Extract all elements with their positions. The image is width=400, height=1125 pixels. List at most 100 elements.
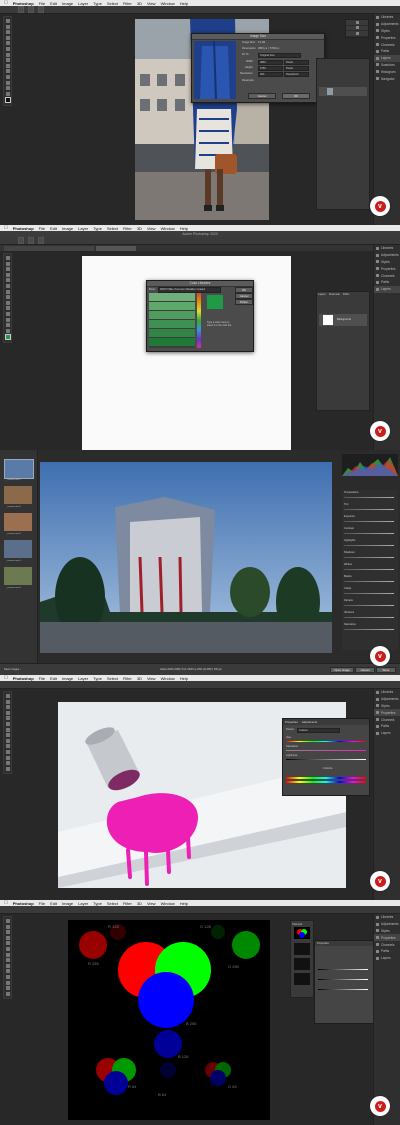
- dock-layers[interactable]: Layers: [374, 730, 400, 737]
- ok-button[interactable]: OK: [282, 93, 310, 100]
- menu-file[interactable]: File: [39, 1, 45, 6]
- dodge-tool-icon[interactable]: [5, 969, 10, 974]
- dodge-tool-icon[interactable]: [5, 306, 10, 311]
- slider-row[interactable]: Vibrance: [342, 610, 398, 622]
- dock-styles[interactable]: Styles: [374, 28, 400, 35]
- channel-thumb-green[interactable]: [294, 958, 310, 970]
- hand-tool-icon[interactable]: [5, 761, 10, 766]
- menu-file[interactable]: File: [39, 676, 45, 681]
- brush-tool-icon[interactable]: [5, 283, 10, 288]
- menu-type[interactable]: Type: [93, 901, 102, 906]
- marquee-tool-icon[interactable]: [5, 24, 10, 29]
- crop-tool-icon[interactable]: [5, 35, 10, 40]
- preset-select[interactable]: Custom: [297, 727, 340, 733]
- crop-tool-icon[interactable]: [5, 710, 10, 715]
- doc-tab-active[interactable]: [96, 246, 136, 251]
- slider-row[interactable]: Saturation: [342, 622, 398, 634]
- colorize-label[interactable]: Colorize: [323, 767, 333, 770]
- fit-to-select[interactable]: Original Size: [258, 52, 301, 58]
- pen-tool-icon[interactable]: [5, 749, 10, 754]
- menu-help[interactable]: Help: [180, 1, 188, 6]
- menu-type[interactable]: Type: [93, 226, 102, 231]
- type-tool-icon[interactable]: [5, 80, 10, 85]
- swatch-row[interactable]: [149, 338, 195, 346]
- swatch-row[interactable]: [149, 329, 195, 337]
- dock-libraries[interactable]: Libraries: [374, 245, 400, 252]
- menu-app[interactable]: Photoshop: [13, 676, 34, 681]
- hand-tool-icon[interactable]: [5, 86, 10, 91]
- move-tool-icon[interactable]: [5, 19, 10, 23]
- dock-paths[interactable]: Paths: [374, 48, 400, 55]
- menu-edit[interactable]: Edit: [50, 1, 57, 6]
- menu-app[interactable]: Photoshop: [13, 226, 34, 231]
- dock-channels[interactable]: Channels: [374, 272, 400, 279]
- dock-layers[interactable]: Layers: [374, 955, 400, 962]
- zoom-tool-icon[interactable]: [5, 328, 10, 333]
- move-tool-icon[interactable]: [5, 919, 10, 923]
- channel-thumb-rgb[interactable]: [294, 927, 310, 939]
- menu-filter[interactable]: Filter: [123, 676, 132, 681]
- dock-styles[interactable]: Styles: [374, 928, 400, 935]
- tab-adjustments[interactable]: Adjustments: [302, 720, 317, 724]
- options-chip[interactable]: [18, 6, 24, 13]
- eraser-tool-icon[interactable]: [5, 58, 10, 63]
- swatch-row[interactable]: [149, 311, 195, 319]
- dock-adjustments[interactable]: Adjustments: [374, 252, 400, 259]
- menu-3d[interactable]: 3D: [137, 226, 142, 231]
- menu-3d[interactable]: 3D: [137, 676, 142, 681]
- dock-libraries[interactable]: Libraries: [374, 689, 400, 696]
- stamp-tool-icon[interactable]: [5, 727, 10, 732]
- type-tool-icon[interactable]: [5, 317, 10, 322]
- menu-help[interactable]: Help: [180, 901, 188, 906]
- menu-window[interactable]: Window: [161, 1, 175, 6]
- doc-tab[interactable]: [4, 246, 94, 251]
- workflow-options-link[interactable]: Adobe RGB (1998); 8 bit; 6000 by 4000 (2…: [160, 668, 222, 671]
- pen-tool-icon[interactable]: [5, 74, 10, 79]
- eraser-tool-icon[interactable]: [5, 295, 10, 300]
- eraser-tool-icon[interactable]: [5, 733, 10, 738]
- levels-slider[interactable]: [318, 969, 368, 971]
- swatch-row[interactable]: [149, 302, 195, 310]
- hand-tool-icon[interactable]: [5, 986, 10, 991]
- slider-row[interactable]: Temperature: [342, 490, 398, 502]
- menu-filter[interactable]: Filter: [123, 226, 132, 231]
- open-image-button[interactable]: Open Image: [330, 667, 354, 674]
- filmstrip-thumb[interactable]: [4, 486, 32, 504]
- menu-view[interactable]: View: [147, 226, 156, 231]
- spectrum-slider[interactable]: [197, 293, 201, 348]
- slider-row[interactable]: Blacks: [342, 574, 398, 586]
- menu-select[interactable]: Select: [107, 1, 118, 6]
- pen-tool-icon[interactable]: [5, 974, 10, 979]
- dock-adjustments[interactable]: Adjustments: [374, 921, 400, 928]
- slider-row[interactable]: Exposure: [342, 514, 398, 526]
- tab-properties[interactable]: Properties: [285, 720, 298, 724]
- stamp-tool-icon[interactable]: [5, 289, 10, 294]
- dodge-tool-icon[interactable]: [5, 69, 10, 74]
- eyedropper-tool-icon[interactable]: [5, 278, 10, 283]
- menu-filter[interactable]: Filter: [123, 1, 132, 6]
- menu-image[interactable]: Image: [62, 676, 73, 681]
- dock-styles[interactable]: Styles: [374, 259, 400, 266]
- resolution-unit-select[interactable]: Pixels/Inch: [284, 71, 309, 77]
- lasso-tool-icon[interactable]: [5, 930, 10, 935]
- document-canvas[interactable]: R 255 G 255 B 255 R 128 G 128 B 128 R 64…: [68, 920, 270, 1120]
- eyedropper-tool-icon[interactable]: [5, 941, 10, 946]
- zoom-tool-icon[interactable]: [5, 91, 10, 96]
- slider-row[interactable]: Clarity: [342, 586, 398, 598]
- menu-layer[interactable]: Layer: [78, 1, 88, 6]
- dock-adjustments[interactable]: Adjustments: [374, 21, 400, 28]
- menu-view[interactable]: View: [147, 901, 156, 906]
- tab-paths[interactable]: Paths: [343, 293, 350, 296]
- marquee-tool-icon[interactable]: [5, 924, 10, 929]
- foreground-color-icon[interactable]: [4, 334, 11, 341]
- menu-filter[interactable]: Filter: [123, 901, 132, 906]
- menu-image[interactable]: Image: [62, 901, 73, 906]
- hand-tool-icon[interactable]: [5, 323, 10, 328]
- menu-file[interactable]: File: [39, 226, 45, 231]
- filmstrip-thumb[interactable]: [4, 459, 34, 479]
- dock-properties[interactable]: Properties: [374, 265, 400, 272]
- width-unit-select[interactable]: Pixels: [284, 59, 309, 65]
- dock-swatches[interactable]: Swatches: [374, 62, 400, 69]
- picker-button[interactable]: Picker: [235, 299, 253, 306]
- slider-row[interactable]: Shadows: [342, 550, 398, 562]
